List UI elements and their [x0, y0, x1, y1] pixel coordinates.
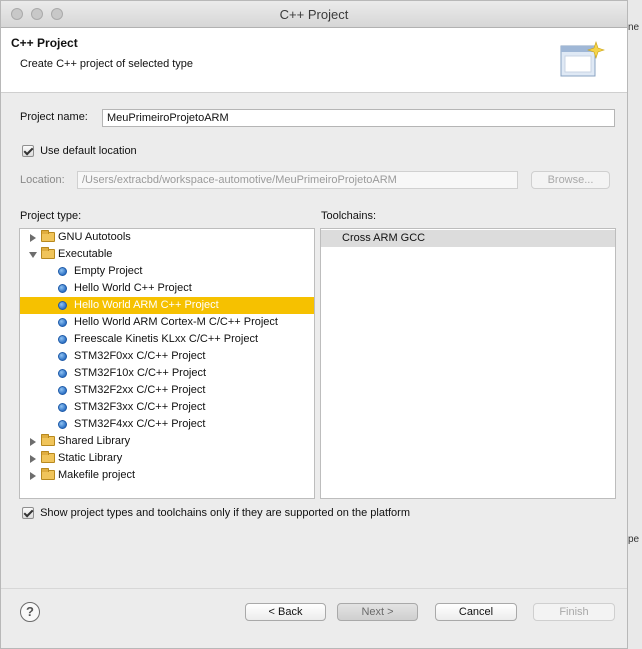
project-template-icon [58, 284, 67, 293]
show-supported-only-checkbox[interactable]: Show project types and toolchains only i… [22, 507, 411, 520]
project-type-label: Project type: [20, 210, 82, 222]
tree-item-label: Makefile project [58, 469, 136, 481]
project-template-icon [58, 267, 67, 276]
tree-item-label: STM32F10x C/C++ Project [74, 367, 207, 379]
tree-item[interactable]: Empty Project [20, 263, 314, 280]
project-template-icon [58, 420, 67, 429]
tree-item-label: STM32F3xx C/C++ Project [74, 401, 206, 413]
folder-icon [41, 434, 55, 446]
project-template-icon [58, 335, 67, 344]
checkbox-checked-icon [22, 145, 34, 158]
tree-item[interactable]: STM32F4xx C/C++ Project [20, 416, 314, 433]
location-input[interactable]: /Users/extracbd/workspace-automotive/Meu… [77, 171, 518, 189]
tree-item[interactable]: STM32F2xx C/C++ Project [20, 382, 314, 399]
help-icon[interactable]: ? [20, 602, 40, 622]
tree-item[interactable]: Hello World ARM C++ Project [20, 297, 314, 314]
use-default-location-label: Use default location [40, 145, 137, 158]
background-window-text: ne [628, 22, 640, 33]
project-template-icon [58, 369, 67, 378]
tree-folder-item[interactable]: Executable [20, 246, 314, 263]
tree-item[interactable]: Freescale Kinetis KLxx C/C++ Project [20, 331, 314, 348]
project-type-tree[interactable]: GNU Autotools Executable Empty Project Hell… [19, 228, 315, 499]
back-button[interactable]: < Back [245, 603, 326, 621]
folder-icon [41, 230, 55, 242]
project-template-icon [58, 318, 67, 327]
cancel-button[interactable]: Cancel [435, 603, 517, 621]
tree-item[interactable]: STM32F3xx C/C++ Project [20, 399, 314, 416]
tree-item-label: Executable [58, 248, 113, 260]
tree-item[interactable]: Hello World ARM Cortex-M C/C++ Project [20, 314, 314, 331]
tree-folder-item[interactable]: GNU Autotools [20, 229, 314, 246]
expand-arrow-down-icon[interactable] [29, 252, 37, 258]
location-label: Location: [20, 174, 65, 186]
toolchain-item[interactable]: Cross ARM GCC [321, 230, 615, 247]
tree-folder-item[interactable]: Static Library [20, 450, 314, 467]
checkbox-checked-icon [22, 507, 34, 520]
toolchains-list[interactable]: Cross ARM GCC [320, 228, 616, 499]
project-template-icon [58, 301, 67, 310]
tree-item[interactable]: STM32F0xx C/C++ Project [20, 348, 314, 365]
toolchains-label: Toolchains: [321, 210, 377, 222]
page-title: C++ Project [11, 36, 78, 50]
tree-item-label: Static Library [58, 452, 123, 464]
wizard-header: C++ Project Create C++ project of select… [1, 28, 627, 93]
tree-item[interactable]: STM32F10x C/C++ Project [20, 365, 314, 382]
tree-folder-item[interactable]: Makefile project [20, 467, 314, 484]
project-template-icon [58, 352, 67, 361]
project-name-label: Project name: [20, 111, 88, 123]
new-project-wizard-icon [560, 41, 605, 77]
expand-arrow-right-icon[interactable] [30, 455, 36, 463]
use-default-location-checkbox[interactable]: Use default location [22, 145, 137, 158]
title-bar[interactable]: C++ Project [1, 1, 627, 28]
tree-item-label: STM32F4xx C/C++ Project [74, 418, 206, 430]
project-template-icon [58, 386, 67, 395]
project-template-icon [58, 403, 67, 412]
expand-arrow-right-icon[interactable] [30, 438, 36, 446]
expand-arrow-right-icon[interactable] [30, 234, 36, 242]
project-name-input[interactable]: MeuPrimeiroProjetoARM [102, 109, 615, 127]
background-window-text: pe [628, 534, 640, 545]
folder-icon [41, 247, 55, 259]
page-subtitle: Create C++ project of selected type [20, 58, 194, 70]
folder-icon [41, 468, 55, 480]
cpp-project-dialog: C++ Project C++ Project Create C++ proje… [0, 0, 628, 649]
folder-icon [41, 451, 55, 463]
tree-item-label: Shared Library [58, 435, 131, 447]
expand-arrow-right-icon[interactable] [30, 472, 36, 480]
tree-item-label: STM32F0xx C/C++ Project [74, 350, 206, 362]
tree-item-label: Hello World C++ Project [74, 282, 192, 294]
show-supported-only-label: Show project types and toolchains only i… [40, 507, 411, 520]
browse-button[interactable]: Browse... [531, 171, 610, 189]
tree-item-label: STM32F2xx C/C++ Project [74, 384, 206, 396]
finish-button[interactable]: Finish [533, 603, 615, 621]
tree-item-label: Freescale Kinetis KLxx C/C++ Project [74, 333, 259, 345]
tree-item-label: GNU Autotools [58, 231, 131, 243]
tree-item-label: Empty Project [74, 265, 143, 277]
toolchain-item-label: Cross ARM GCC [342, 232, 426, 244]
tree-folder-item[interactable]: Shared Library [20, 433, 314, 450]
window-title: C++ Project [279, 7, 349, 22]
footer-divider [1, 588, 627, 589]
tree-item-label: Hello World ARM Cortex-M C/C++ Project [74, 316, 278, 328]
tree-item-label: Hello World ARM C++ Project [74, 299, 219, 311]
next-button[interactable]: Next > [337, 603, 418, 621]
tree-item[interactable]: Hello World C++ Project [20, 280, 314, 297]
